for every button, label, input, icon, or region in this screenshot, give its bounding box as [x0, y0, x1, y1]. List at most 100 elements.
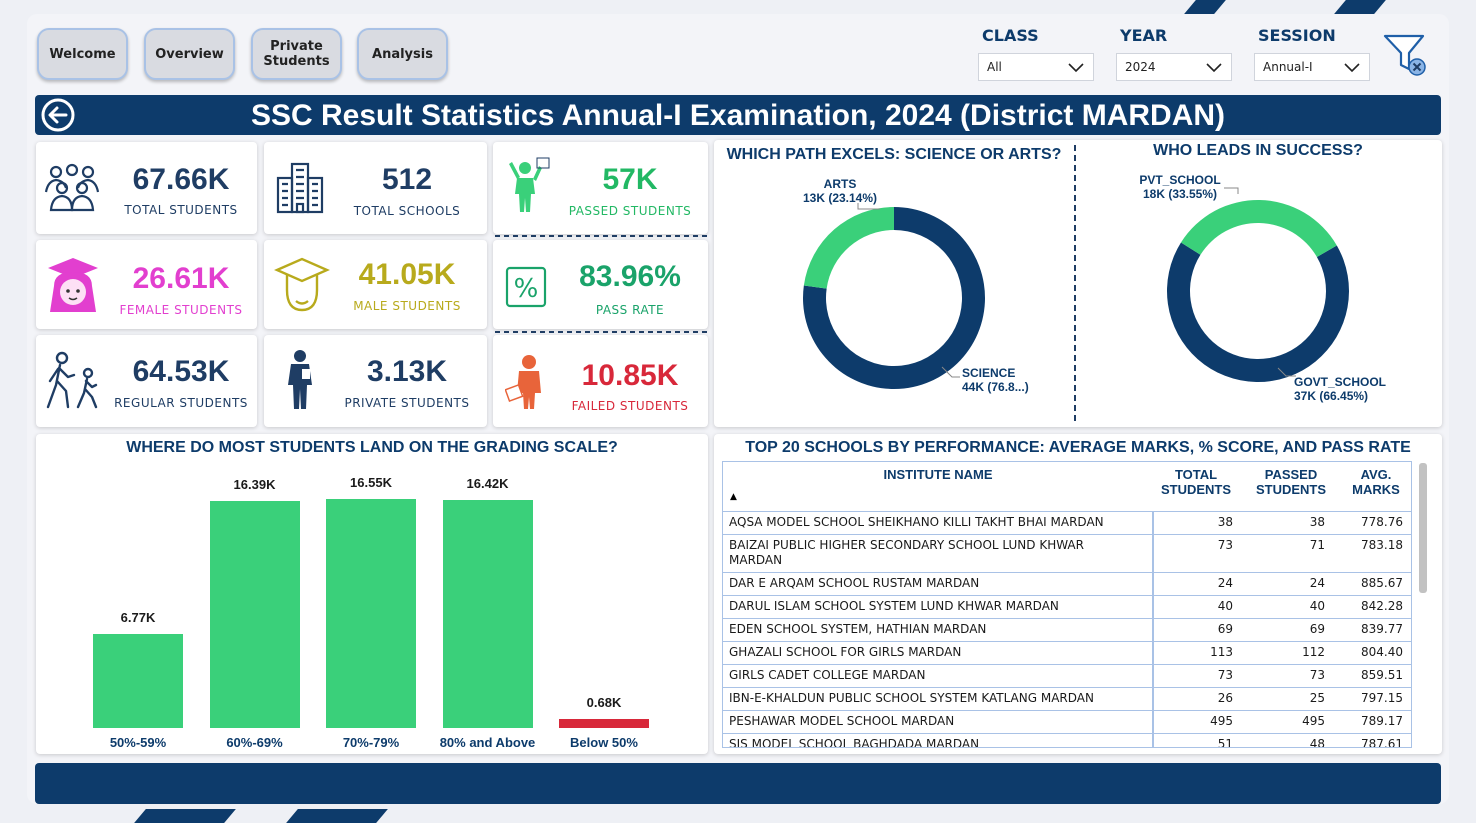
bar-3[interactable] — [326, 498, 416, 728]
cell-avg-marks: 797.15 — [1361, 691, 1403, 705]
clear-filter-icon[interactable] — [1382, 33, 1430, 79]
cell-total-students: 69 — [1217, 622, 1233, 636]
class-filter-label: CLASS — [982, 26, 1039, 45]
cell-passed-students: 40 — [1309, 599, 1325, 613]
kpi-value: 57K — [602, 163, 658, 196]
kpi-female-students-card: 26.61K FEMALE STUDENTS — [36, 240, 257, 329]
kpi-label: TOTAL STUDENTS — [124, 203, 238, 217]
cell-total-students: 24 — [1217, 576, 1233, 590]
col-total-students[interactable]: TOTAL STUDENTS — [1153, 467, 1239, 497]
bar-value-label: 16.42K — [466, 476, 509, 492]
cell-avg-marks: 778.76 — [1361, 515, 1403, 529]
cell-avg-marks: 839.77 — [1361, 622, 1403, 636]
science-arts-title: WHICH PATH EXCELS: SCIENCE OR ARTS? — [726, 146, 1062, 163]
cell-total-students: 40 — [1217, 599, 1233, 613]
cell-institute-name: GIRLS CADET COLLEGE MARDAN — [729, 668, 926, 682]
kpi-pass-rate-card: % 83.96% PASS RATE — [493, 240, 708, 329]
cell-institute-name: DARUL ISLAM SCHOOL SYSTEM LUND KHWAR MAR… — [729, 599, 1059, 613]
table-row[interactable]: EDEN SCHOOL SYSTEM, HATHIAN MARDAN 69 69 83… — [723, 618, 1411, 641]
percent-icon: % — [505, 266, 547, 308]
kpi-value: 3.13K — [366, 355, 448, 388]
table-row[interactable]: SIS MODEL SCHOOL BAGHDADA MARDAN 51 48 787.… — [723, 733, 1411, 748]
column-divider — [1152, 511, 1154, 747]
pvt-school-name: PVT_SCHOOL — [1139, 173, 1221, 187]
science-name: SCIENCE — [962, 366, 1016, 380]
col-institute-name[interactable]: INSTITUTE NAME — [723, 467, 1153, 482]
bar-4[interactable] — [442, 500, 533, 728]
kpi-regular-students-card: 64.53K REGULAR STUDENTS — [36, 335, 257, 427]
private-student-icon — [288, 350, 312, 409]
govt-school-value: 37K (66.45%) — [1294, 389, 1369, 403]
nav-analysis-button[interactable]: Analysis — [357, 28, 448, 80]
cell-avg-marks: 804.40 — [1361, 645, 1403, 659]
year-filter-label: YEAR — [1120, 26, 1168, 45]
top-schools-table[interactable]: INSTITUTE NAME ▲ TOTAL STUDENTS PASSED S… — [722, 461, 1412, 748]
kpi-label: PASSED STUDENTS — [568, 204, 692, 218]
nav-welcome-button[interactable]: Welcome — [37, 28, 128, 80]
kpi-total-schools-card: 512 TOTAL SCHOOLS — [264, 142, 487, 234]
kpi-failed-students-card: 10.85K FAILED STUDENTS — [493, 335, 708, 427]
bar-category-label: 70%-79% — [342, 735, 400, 750]
kpi-male-students-card: 41.05K MALE STUDENTS — [264, 240, 487, 329]
cell-avg-marks: 787.61 — [1361, 737, 1403, 748]
year-filter-select[interactable]: 2024 — [1116, 53, 1232, 81]
arts-name: ARTS — [823, 177, 857, 191]
bar-category-label: 80% and Above — [439, 735, 536, 750]
cell-passed-students: 48 — [1309, 737, 1325, 748]
kpi-divider — [495, 235, 707, 237]
table-row[interactable]: IBN-E-KHALDUN PUBLIC SCHOOL SYSTEM KATLA… — [723, 687, 1411, 710]
table-row[interactable]: DAR E ARQAM SCHOOL RUSTAM MARDAN 24 24 885.… — [723, 572, 1411, 595]
school-type-title: WHO LEADS IN SUCCESS? — [1153, 142, 1363, 159]
leader-lines — [1224, 187, 1296, 377]
bar-2[interactable] — [209, 500, 300, 728]
table-row[interactable]: GHAZALI SCHOOL FOR GIRLS MARDAN 113 112 804… — [723, 641, 1411, 664]
bar-value-label: 16.39K — [233, 476, 276, 492]
table-scrollbar[interactable] — [1419, 463, 1427, 593]
bar-1[interactable] — [93, 634, 183, 728]
cell-total-students: 51 — [1217, 737, 1233, 748]
kpi-total-students-card: 67.66K TOTAL STUDENTS — [36, 142, 257, 234]
cell-total-students: 73 — [1217, 668, 1233, 682]
bar-value-label: 0.68K — [586, 694, 622, 710]
cell-institute-name: EDEN SCHOOL SYSTEM, HATHIAN MARDAN — [729, 622, 987, 636]
col-passed-students[interactable]: PASSED STUDENTS — [1243, 467, 1339, 497]
leader-lines — [857, 203, 960, 378]
table-row[interactable]: AQSA MODEL SCHOOL SHEIKHANO KILLI TAKHT … — [723, 511, 1411, 534]
footer-bar — [35, 763, 1441, 804]
science-value: 44K (76.8...) — [962, 380, 1029, 394]
table-row[interactable]: BAIZAI PUBLIC HIGHER SECONDARY SCHOOL LU… — [723, 534, 1411, 572]
cell-passed-students: 71 — [1309, 538, 1325, 552]
bar-value-label: 16.55K — [350, 474, 392, 490]
col-avg-marks[interactable]: AVG. MARKS — [1339, 467, 1411, 497]
kpi-label: MALE STUDENTS — [353, 299, 461, 313]
kpi-value: 26.61K — [132, 262, 230, 295]
cell-passed-students: 495 — [1302, 714, 1325, 728]
group-icon — [44, 163, 100, 212]
decor-stripe — [134, 809, 236, 823]
cell-avg-marks: 783.18 — [1361, 538, 1403, 552]
class-filter-select[interactable]: All — [978, 53, 1094, 81]
kpi-value: 67.66K — [132, 163, 230, 196]
table-row[interactable]: PESHAWAR MODEL SCHOOL MARDAN 495 495 789.17 — [723, 710, 1411, 733]
bar-category-label: Below 50% — [570, 735, 638, 750]
cell-institute-name: PESHAWAR MODEL SCHOOL MARDAN — [729, 714, 955, 728]
class-filter-value: All — [987, 60, 1002, 74]
chevron-down-icon — [1344, 63, 1360, 73]
chevron-down-icon — [1206, 63, 1222, 73]
table-row[interactable]: DARUL ISLAM SCHOOL SYSTEM LUND KHWAR MAR… — [723, 595, 1411, 618]
cell-total-students: 495 — [1210, 714, 1233, 728]
cell-avg-marks: 885.67 — [1361, 576, 1403, 590]
cell-institute-name: GHAZALI SCHOOL FOR GIRLS MARDAN — [729, 645, 962, 659]
nav-private-students-button[interactable]: Private Students — [251, 28, 342, 80]
session-filter-select[interactable]: Annual-I — [1254, 53, 1370, 81]
bar-category-label: 60%-69% — [226, 735, 283, 750]
table-row[interactable]: GIRLS CADET COLLEGE MARDAN 73 73 859.51 — [723, 664, 1411, 687]
cell-total-students: 38 — [1217, 515, 1233, 529]
sort-ascending-icon[interactable]: ▲ — [730, 492, 737, 502]
cell-passed-students: 112 — [1302, 645, 1325, 659]
nav-overview-button[interactable]: Overview — [144, 28, 235, 80]
kpi-value: 512 — [381, 163, 433, 196]
bar-category-label: 50%-59% — [109, 735, 167, 750]
cell-passed-students: 25 — [1309, 691, 1325, 705]
bar-5[interactable] — [559, 718, 649, 728]
